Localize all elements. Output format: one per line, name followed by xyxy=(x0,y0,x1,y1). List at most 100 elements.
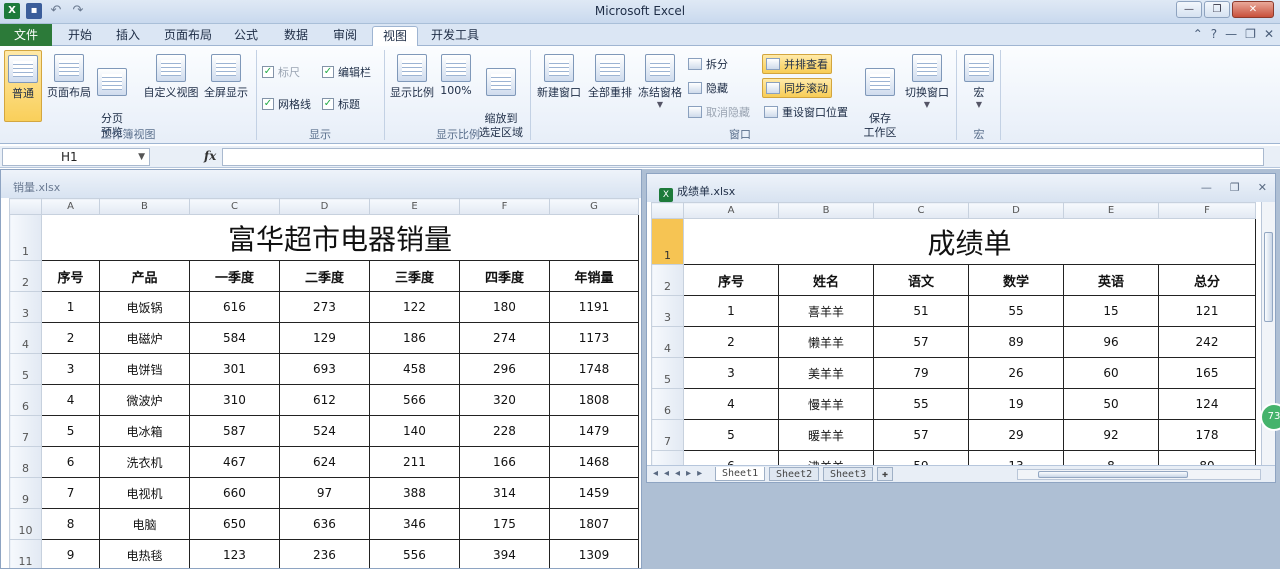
table-cell[interactable]: 121 xyxy=(1158,295,1256,327)
table-cell[interactable]: 3 xyxy=(683,357,779,389)
table-cell[interactable]: 2 xyxy=(41,322,100,354)
column-header[interactable]: C xyxy=(873,202,969,219)
table-cell[interactable]: 584 xyxy=(188,322,280,354)
table-cell[interactable]: 1748 xyxy=(548,353,640,385)
table-cell[interactable]: 458 xyxy=(368,353,460,385)
table-cell[interactable]: 微波炉 xyxy=(98,384,190,416)
table-cell[interactable]: 650 xyxy=(188,508,280,540)
column-header[interactable]: E xyxy=(368,198,460,215)
table-cell[interactable]: 2 xyxy=(683,326,779,358)
row-header[interactable]: 1 xyxy=(8,214,43,261)
table-cell[interactable]: 暖羊羊 xyxy=(778,419,874,451)
table-cell[interactable]: 467 xyxy=(188,446,280,478)
row-header-selected[interactable]: 1 xyxy=(651,218,684,265)
table-cell[interactable]: 55 xyxy=(968,295,1064,327)
minimize-button[interactable]: — xyxy=(1176,1,1202,18)
table-cell[interactable]: 140 xyxy=(368,415,460,447)
column-header[interactable]: G xyxy=(548,198,640,215)
column-header[interactable]: F xyxy=(458,198,550,215)
table-cell[interactable]: 616 xyxy=(188,291,280,323)
table-cell[interactable]: 273 xyxy=(278,291,370,323)
table-cell[interactable]: 314 xyxy=(458,477,550,509)
table-cell[interactable]: 慢羊羊 xyxy=(778,388,874,420)
column-header[interactable]: E xyxy=(1063,202,1159,219)
table-cell[interactable]: 1309 xyxy=(548,539,640,568)
table-cell[interactable]: 296 xyxy=(458,353,550,385)
formula-bar-checkbox[interactable]: ✓ 编辑栏 xyxy=(322,64,371,80)
row-header[interactable]: 4 xyxy=(8,322,43,354)
table-cell[interactable]: 346 xyxy=(368,508,460,540)
insert-function-icon[interactable]: fx xyxy=(204,149,216,163)
table-cell[interactable]: 97 xyxy=(278,477,370,509)
table-cell[interactable]: 123 xyxy=(188,539,280,568)
table-cell[interactable]: 89 xyxy=(968,326,1064,358)
table-cell[interactable]: 1479 xyxy=(548,415,640,447)
tab-developer[interactable]: 开发工具 xyxy=(426,26,484,46)
scroll-thumb[interactable] xyxy=(1038,471,1188,478)
table-cell[interactable]: 美羊羊 xyxy=(778,357,874,389)
table-cell[interactable]: 5 xyxy=(683,419,779,451)
row-header[interactable]: 7 xyxy=(8,415,43,447)
synchronous-scrolling-button[interactable]: 同步滚动 xyxy=(762,78,832,98)
tab-view[interactable]: 视图 xyxy=(372,26,418,47)
row-header[interactable]: 7 xyxy=(651,419,684,451)
table-cell[interactable]: 236 xyxy=(278,539,370,568)
header-cell[interactable]: 语文 xyxy=(873,264,969,296)
table-cell[interactable]: 79 xyxy=(873,357,969,389)
header-cell[interactable]: 二季度 xyxy=(278,260,370,292)
tab-insert[interactable]: 插入 xyxy=(110,26,146,46)
close-icon[interactable]: ✕ xyxy=(1258,181,1267,194)
row-header[interactable]: 4 xyxy=(651,326,684,358)
macros-button[interactable]: 宏 ▼ xyxy=(962,54,996,109)
table-cell[interactable]: 50 xyxy=(1063,388,1159,420)
custom-views-button[interactable]: 自定义视图 xyxy=(142,54,200,100)
save-workspace-button[interactable]: 保存 工作区 xyxy=(860,54,900,140)
tab-home[interactable]: 开始 xyxy=(62,26,98,46)
table-cell[interactable]: 电饼铛 xyxy=(98,353,190,385)
table-cell[interactable]: 电饭锅 xyxy=(98,291,190,323)
table-cell[interactable]: 228 xyxy=(458,415,550,447)
tab-page-layout[interactable]: 页面布局 xyxy=(160,26,216,46)
table-cell[interactable]: 喜羊羊 xyxy=(778,295,874,327)
tab-formulas[interactable]: 公式 xyxy=(228,26,264,46)
row-header[interactable]: 9 xyxy=(8,477,43,509)
header-cell[interactable]: 姓名 xyxy=(778,264,874,296)
normal-view-button[interactable]: 普通 xyxy=(4,50,42,122)
table-cell[interactable]: 612 xyxy=(278,384,370,416)
table-cell[interactable]: 5 xyxy=(41,415,100,447)
table-cell[interactable]: 60 xyxy=(1063,357,1159,389)
zoom-button[interactable]: 显示比例 xyxy=(388,54,436,100)
table-cell[interactable]: 1459 xyxy=(548,477,640,509)
table-cell[interactable]: 电热毯 xyxy=(98,539,190,568)
row-header[interactable]: 11 xyxy=(8,539,43,568)
table-cell[interactable]: 电脑 xyxy=(98,508,190,540)
column-header[interactable]: B xyxy=(98,198,190,215)
table-cell[interactable]: 4 xyxy=(683,388,779,420)
restore-icon[interactable]: ❐ xyxy=(1230,181,1240,194)
table-cell[interactable]: 1191 xyxy=(548,291,640,323)
reset-window-position-button[interactable]: 重设窗口位置 xyxy=(764,104,848,120)
column-header[interactable]: F xyxy=(1158,202,1256,219)
freeze-panes-button[interactable]: 冻结窗格 ▼ xyxy=(635,54,685,109)
header-cell[interactable]: 一季度 xyxy=(188,260,280,292)
table-cell[interactable]: 19 xyxy=(968,388,1064,420)
table-cell[interactable]: 242 xyxy=(1158,326,1256,358)
table-cell[interactable]: 165 xyxy=(1158,357,1256,389)
table-cell[interactable]: 186 xyxy=(368,322,460,354)
header-cell[interactable]: 产品 xyxy=(98,260,190,292)
table-cell[interactable]: 51 xyxy=(873,295,969,327)
tab-review[interactable]: 审阅 xyxy=(327,26,363,46)
table-cell[interactable]: 55 xyxy=(873,388,969,420)
horizontal-scrollbar[interactable] xyxy=(1017,469,1261,480)
table-cell[interactable]: 洗衣机 xyxy=(98,446,190,478)
header-cell[interactable]: 序号 xyxy=(41,260,100,292)
table-cell[interactable]: 566 xyxy=(368,384,460,416)
insert-sheet-icon[interactable]: ✚ xyxy=(877,467,894,481)
table-cell[interactable]: 57 xyxy=(873,419,969,451)
switch-windows-button[interactable]: 切换窗口 ▼ xyxy=(902,54,952,109)
table-cell[interactable]: 15 xyxy=(1063,295,1159,327)
hide-button[interactable]: 隐藏 xyxy=(688,80,728,96)
table-cell[interactable]: 1807 xyxy=(548,508,640,540)
full-screen-button[interactable]: 全屏显示 xyxy=(202,54,250,100)
table-cell[interactable]: 166 xyxy=(458,446,550,478)
